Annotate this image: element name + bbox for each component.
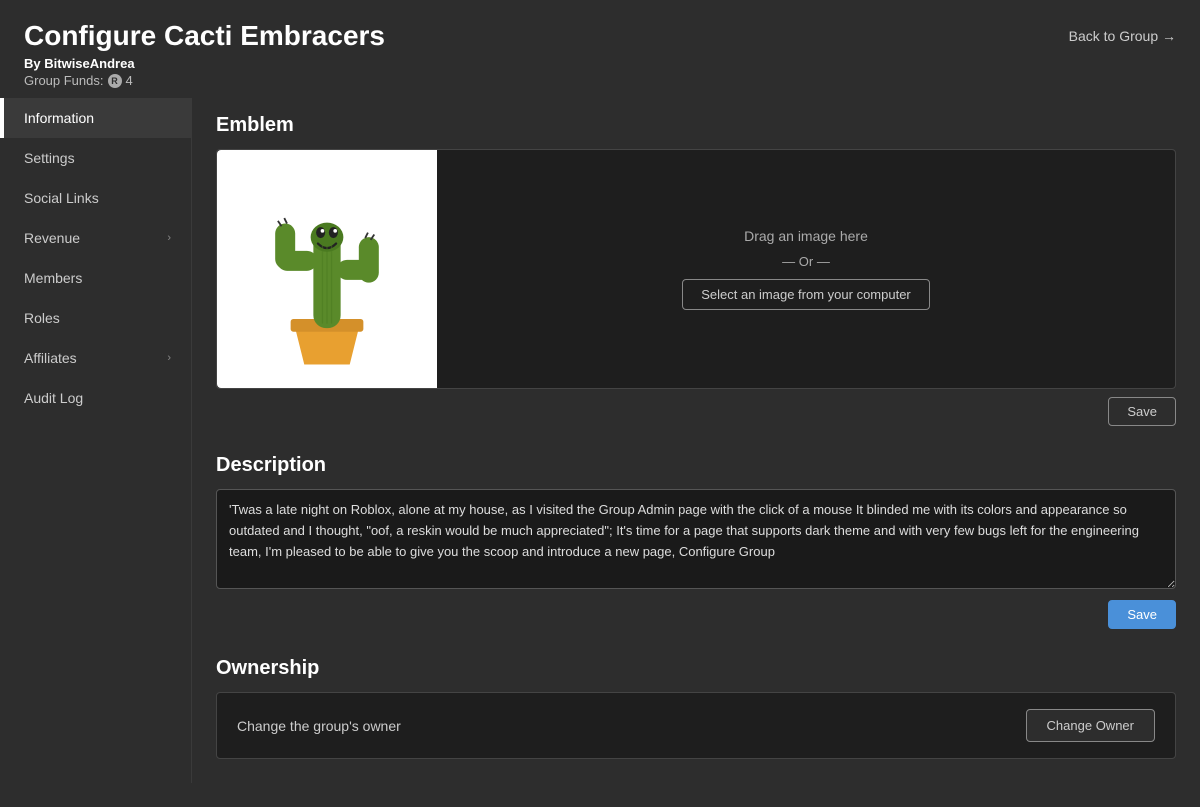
or-divider: — Or —	[782, 254, 830, 269]
emblem-save-button[interactable]: Save	[1108, 397, 1176, 426]
sidebar-item-label: Settings	[24, 150, 75, 166]
main-content: Emblem	[192, 98, 1200, 783]
sidebar-item-label: Social Links	[24, 190, 99, 206]
sidebar-item-members[interactable]: Members	[0, 258, 191, 298]
description-textarea[interactable]: 'Twas a late night on Roblox, alone at m…	[216, 489, 1176, 589]
header-funds: Group Funds: R 4	[24, 73, 1176, 88]
page-header: Configure Cacti Embracers By BitwiseAndr…	[0, 0, 1200, 98]
emblem-image-area	[217, 150, 437, 388]
ownership-box: Change the group's owner Change Owner	[216, 692, 1176, 759]
sidebar-item-label: Members	[24, 270, 82, 286]
funds-amount: 4	[126, 73, 133, 88]
sidebar-item-social-links[interactable]: Social Links	[0, 178, 191, 218]
emblem-box: Drag an image here — Or — Select an imag…	[216, 149, 1176, 389]
sidebar-item-label: Information	[24, 110, 94, 126]
sidebar-item-settings[interactable]: Settings	[0, 138, 191, 178]
back-to-group-link[interactable]: Back to Group →	[1069, 28, 1176, 44]
sidebar-item-label: Roles	[24, 310, 60, 326]
sidebar: Information Settings Social Links Revenu…	[0, 98, 192, 783]
by-label: By	[24, 56, 41, 71]
chevron-right-icon: ›	[167, 232, 171, 244]
author-name: BitwiseAndrea	[44, 56, 134, 71]
chevron-right-icon: ›	[167, 352, 171, 364]
emblem-save-row: Save	[216, 397, 1176, 426]
change-owner-button[interactable]: Change Owner	[1026, 709, 1155, 742]
drag-text: Drag an image here	[744, 228, 868, 244]
funds-label: Group Funds:	[24, 73, 104, 88]
emblem-upload-area: Drag an image here — Or — Select an imag…	[437, 150, 1175, 388]
emblem-section-title: Emblem	[216, 114, 1176, 137]
sidebar-item-label: Affiliates	[24, 350, 77, 366]
description-section-title: Description	[216, 454, 1176, 477]
ownership-section-title: Ownership	[216, 657, 1176, 680]
sidebar-item-label: Revenue	[24, 230, 80, 246]
sidebar-item-revenue[interactable]: Revenue ›	[0, 218, 191, 258]
robux-icon: R	[108, 74, 122, 88]
sidebar-item-information[interactable]: Information	[0, 98, 191, 138]
header-author: By BitwiseAndrea	[24, 56, 1176, 71]
sidebar-item-audit-log[interactable]: Audit Log	[0, 378, 191, 418]
sidebar-item-affiliates[interactable]: Affiliates ›	[0, 338, 191, 378]
main-layout: Information Settings Social Links Revenu…	[0, 98, 1200, 783]
ownership-description: Change the group's owner	[237, 718, 401, 734]
cactus-image	[237, 169, 417, 369]
sidebar-item-label: Audit Log	[24, 390, 83, 406]
page-title: Configure Cacti Embracers	[24, 20, 1176, 52]
sidebar-item-roles[interactable]: Roles	[0, 298, 191, 338]
description-save-row: Save	[216, 600, 1176, 629]
description-save-button[interactable]: Save	[1108, 600, 1176, 629]
select-image-button[interactable]: Select an image from your computer	[682, 279, 930, 310]
